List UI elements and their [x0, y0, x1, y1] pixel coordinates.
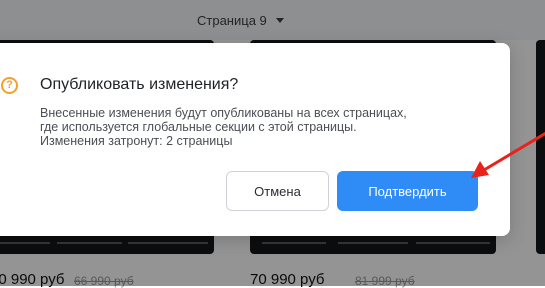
dialog-message-line: где используется глобальные секции с это…	[40, 120, 357, 134]
publish-confirm-dialog: ? Опубликовать изменения? Внесенные изме…	[0, 43, 510, 236]
confirm-button[interactable]: Подтвердить	[337, 171, 478, 211]
dialog-message: Внесенные изменения будут опубликованы н…	[40, 106, 460, 148]
dialog-title: Опубликовать изменения?	[40, 76, 239, 93]
dialog-message-line: Изменения затронут: 2 страницы	[40, 134, 233, 148]
dialog-message-line: Внесенные изменения будут опубликованы н…	[40, 106, 407, 120]
question-circle-icon: ?	[1, 77, 18, 94]
cancel-button[interactable]: Отмена	[226, 171, 329, 211]
